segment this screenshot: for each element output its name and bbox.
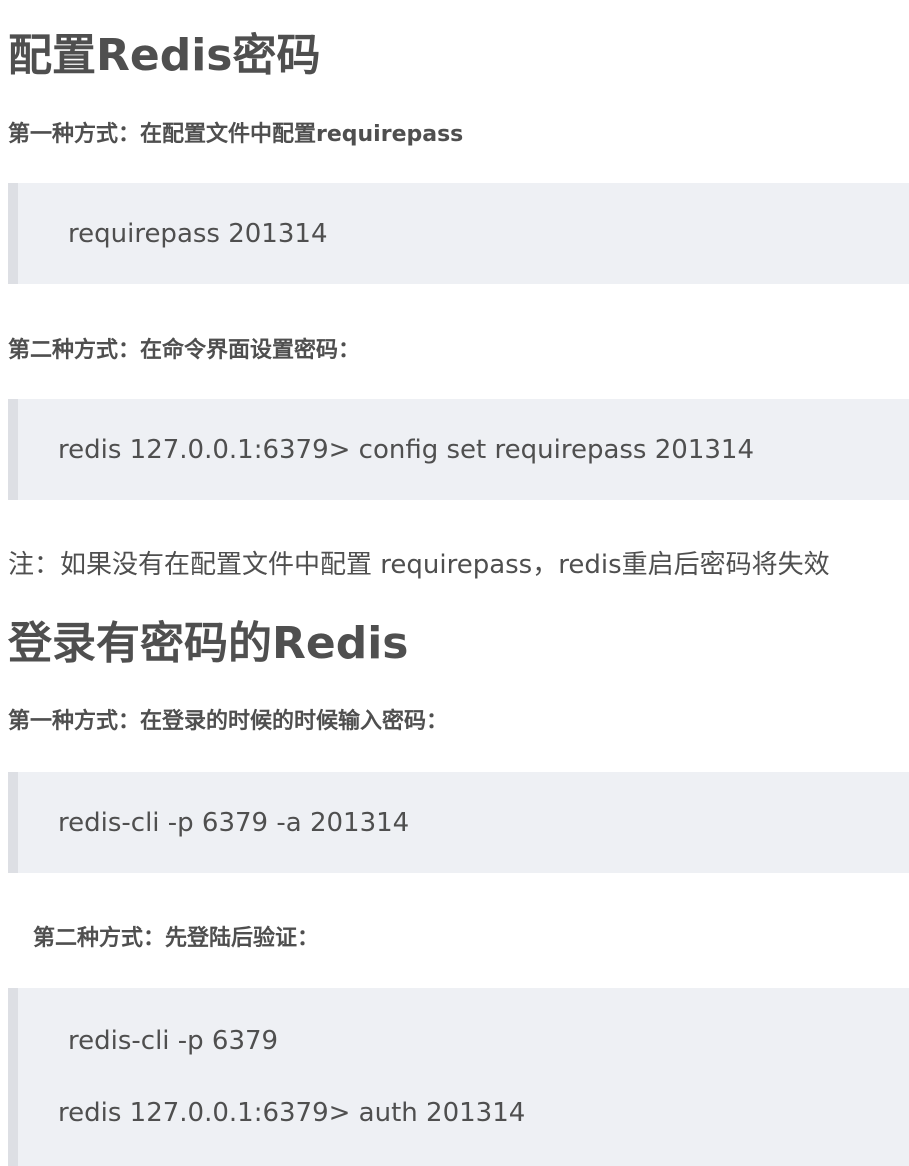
code-line: redis 127.0.0.1:6379> auth 201314 bbox=[58, 1098, 526, 1128]
section-title-configure-password: 配置Redis密码 bbox=[8, 30, 321, 81]
login-method-one-heading: 第一种方式：在登录的时候的时候输入密码： bbox=[8, 709, 449, 734]
method-two-heading: 第二种方式：在命令界面设置密码： bbox=[8, 338, 361, 363]
code-line: redis-cli -p 6379 -a 201314 bbox=[58, 808, 410, 838]
code-block-login-then-auth: redis-cli -p 6379 redis 127.0.0.1:6379> … bbox=[8, 988, 909, 1166]
section-title-login-with-password: 登录有密码的Redis bbox=[8, 618, 409, 669]
code-line: requirepass 201314 bbox=[68, 219, 328, 249]
code-block-login-with-password: redis-cli -p 6379 -a 201314 bbox=[8, 772, 909, 873]
method-one-heading: 第一种方式：在配置文件中配置requirepass bbox=[8, 122, 464, 147]
code-block-requirepass: requirepass 201314 bbox=[8, 183, 909, 284]
code-line: redis 127.0.0.1:6379> config set require… bbox=[58, 435, 754, 465]
note-text: 注：如果没有在配置文件中配置 requirepass，redis重启后密码将失效 bbox=[8, 550, 830, 580]
login-method-two-heading: 第二种方式：先登陆后验证： bbox=[33, 926, 320, 951]
code-block-config-set: redis 127.0.0.1:6379> config set require… bbox=[8, 399, 909, 500]
code-line: redis-cli -p 6379 bbox=[68, 1026, 279, 1056]
